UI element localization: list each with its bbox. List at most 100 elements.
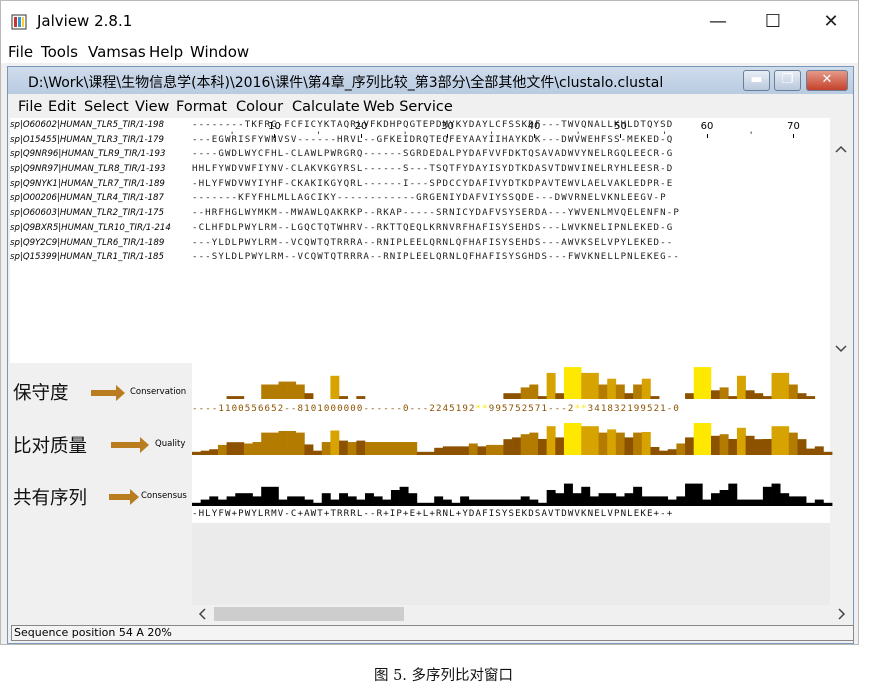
conservation-bar <box>633 384 643 399</box>
consensus-bar <box>442 499 452 506</box>
conservation-value: 4 <box>594 404 601 414</box>
quality-bar <box>546 426 556 455</box>
conservation-value: - <box>192 404 199 414</box>
consensus-bar <box>408 493 418 506</box>
conservation-value: 5 <box>501 404 509 414</box>
consensus-bar <box>771 483 781 506</box>
conservation-bar <box>797 393 807 399</box>
conservation-value: 5 <box>271 404 278 414</box>
quality-bar <box>538 439 547 455</box>
quality-bar <box>226 442 236 455</box>
quality-bar <box>512 437 521 455</box>
quality-bar <box>468 443 478 455</box>
conservation-bar <box>762 396 772 399</box>
consensus-bar <box>728 483 738 506</box>
quality-bar <box>598 432 608 455</box>
quality-bar <box>676 443 686 455</box>
quality-bar <box>615 432 625 455</box>
consensus-bar <box>538 502 547 506</box>
conservation-value: 2 <box>468 404 476 414</box>
conservation-value: - <box>370 404 377 414</box>
conservation-bar <box>572 367 582 399</box>
conservation-bar <box>287 381 297 399</box>
quality-bar <box>745 435 755 455</box>
consensus-bar <box>754 499 764 506</box>
quality-bar <box>347 442 357 455</box>
conservation-bar <box>589 372 599 399</box>
consensus-bar <box>633 486 643 506</box>
quality-bar <box>477 446 487 455</box>
consensus-bar <box>200 499 210 506</box>
quality-bar <box>356 440 366 455</box>
conservation-bar <box>538 396 547 399</box>
conservation-bar <box>555 393 565 399</box>
conservation-value: 0 <box>238 404 245 414</box>
consensus-bar <box>365 493 374 506</box>
consensus-bar <box>572 493 582 506</box>
empty-area <box>192 523 830 605</box>
conservation-value: 1 <box>218 404 225 414</box>
quality-bar <box>209 449 219 455</box>
quality-bar <box>771 426 781 455</box>
scroll-right-icon[interactable] <box>837 608 847 620</box>
quality-bar <box>728 439 738 455</box>
quality-bar <box>797 439 807 455</box>
consensus-bar <box>702 499 712 506</box>
conservation-value: * <box>581 404 588 414</box>
quality-bar <box>304 444 314 455</box>
consensus-bar <box>460 496 470 506</box>
consensus-bar <box>287 496 297 506</box>
horizontal-scrollbar[interactable] <box>192 605 852 623</box>
consensus-bar <box>529 499 539 506</box>
consensus-bar <box>347 496 357 506</box>
quality-bar <box>243 443 253 455</box>
conservation-bar <box>304 393 314 399</box>
conservation-value: 1 <box>224 404 232 414</box>
conservation-value: 0 <box>403 404 410 414</box>
consensus-bar <box>736 499 746 506</box>
consensus-bar <box>261 486 271 506</box>
quality-bar <box>693 423 703 455</box>
conservation-cn-label: 保守度 <box>13 383 69 404</box>
conservation-value: 5 <box>528 404 535 414</box>
conservation-bar <box>356 396 366 399</box>
conservation-bar <box>650 396 660 399</box>
consensus-bar <box>685 483 694 506</box>
consensus-bar <box>641 496 651 506</box>
consensus-bar <box>503 499 513 506</box>
conservation-bar <box>269 384 279 399</box>
conservation-bar <box>745 390 755 399</box>
conservation-value: * <box>482 404 489 414</box>
consensus-bar <box>494 499 504 506</box>
conservation-bar <box>693 367 703 399</box>
conservation-bar <box>226 396 236 399</box>
consensus-bar <box>598 493 608 506</box>
consensus-bar <box>390 490 400 506</box>
consensus-bar <box>693 483 703 506</box>
consensus-sequence: -HLYFW+PWYLRMV-C+AWT+TRRRL--R+IP+E+L+RNL… <box>192 509 674 519</box>
consensus-bar <box>477 499 487 506</box>
consensus-bar <box>486 499 496 506</box>
consensus-bar <box>295 496 305 506</box>
conservation-bar <box>719 387 729 399</box>
conservation-value: 1 <box>317 404 324 414</box>
conservation-bar <box>607 378 617 399</box>
consensus-bar <box>745 499 755 506</box>
quality-bar <box>200 450 210 455</box>
conservation-value: - <box>205 404 212 414</box>
consensus-bar <box>434 496 444 506</box>
horizontal-scroll-thumb[interactable] <box>214 607 404 621</box>
quality-bar <box>529 432 539 455</box>
consensus-bar <box>797 496 807 506</box>
conservation-bar <box>581 372 591 399</box>
conservation-value: - <box>416 404 423 414</box>
quality-bar <box>702 423 712 455</box>
conservation-bar <box>624 393 634 399</box>
conservation-value: 0 <box>350 404 357 414</box>
quality-bar <box>711 435 720 455</box>
quality-bar <box>581 426 591 455</box>
arrow-icon <box>91 385 125 401</box>
quality-bar <box>814 446 824 455</box>
scroll-left-icon[interactable] <box>197 608 207 620</box>
conservation-bar <box>771 372 781 399</box>
